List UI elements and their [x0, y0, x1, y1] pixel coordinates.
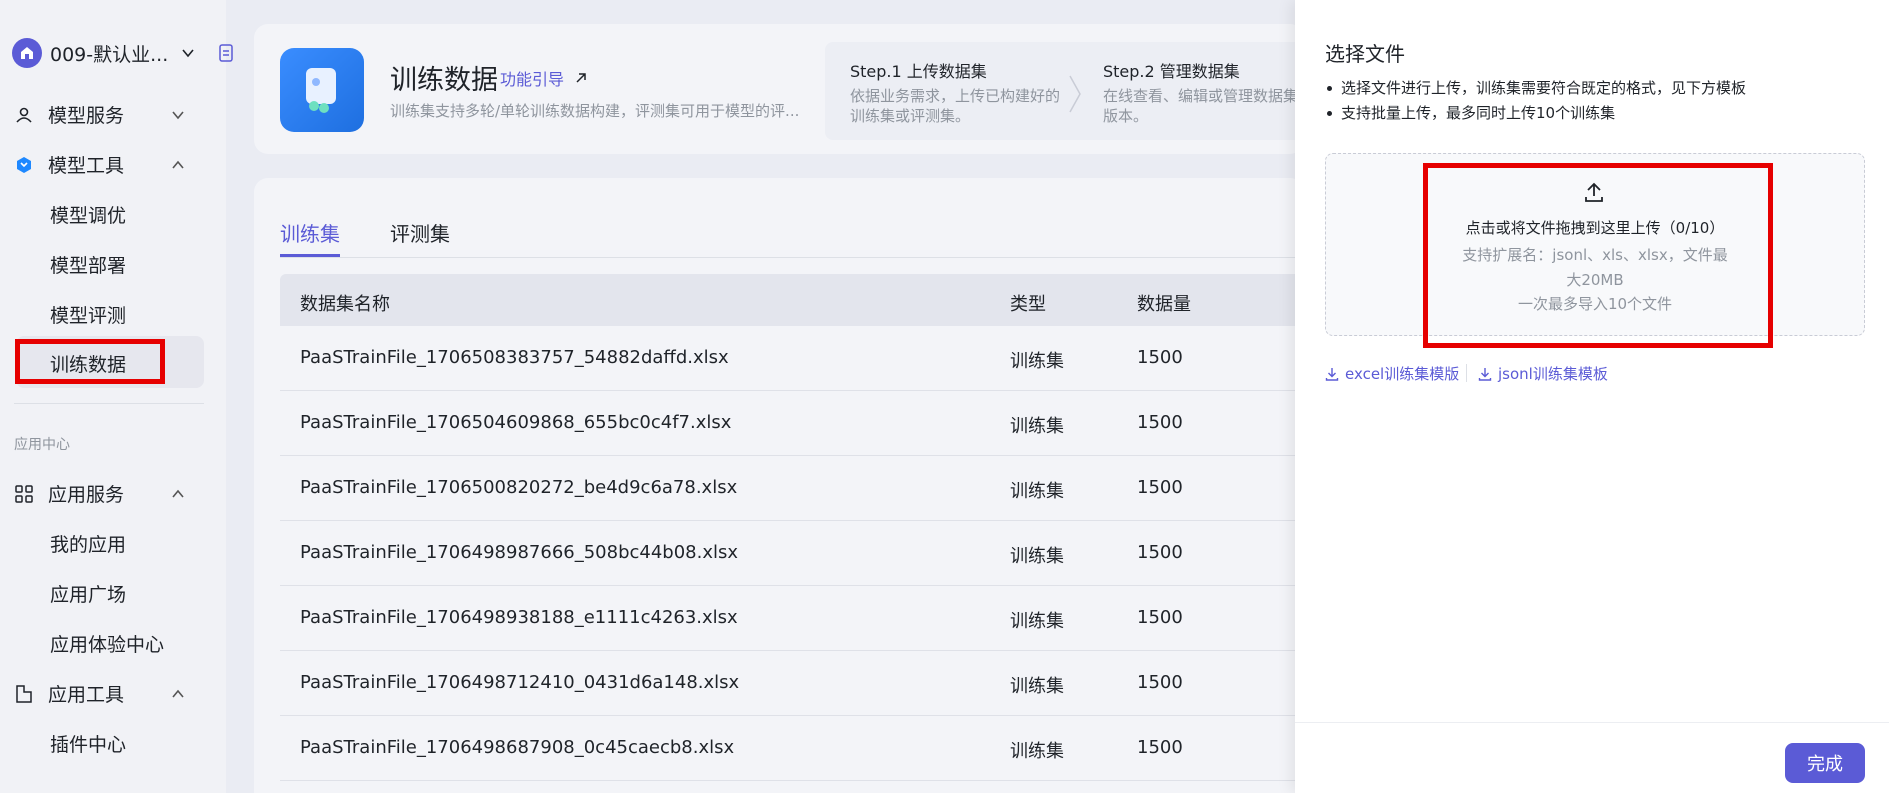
nav-group-app-tools[interactable]: 应用工具: [14, 680, 214, 707]
step1-description: 依据业务需求，上传已构建好的训练集或评测集。: [850, 87, 1061, 125]
nav-group-model-service[interactable]: 模型服务: [14, 101, 214, 128]
sidebar-item-model-deploy[interactable]: 模型部署: [50, 251, 126, 278]
model-service-icon: [14, 105, 34, 125]
step2-description: 在线查看、编辑或管理数据集版本。: [1103, 87, 1299, 125]
jsonl-template-link[interactable]: jsonl训练集模板: [1478, 363, 1608, 384]
cell-type: 训练集: [1010, 676, 1064, 697]
cell-dataset-name: PaaSTrainFile_1706498712410_0431d6a148.x…: [300, 672, 740, 693]
nav-group-label: 模型服务: [48, 105, 125, 127]
nav-group-label: 模型工具: [48, 155, 125, 177]
sidebar-divider: [14, 403, 204, 404]
cell-dataset-name: PaaSTrainFile_1706504609868_655bc0c4f7.x…: [300, 412, 732, 433]
chevron-up-icon: [172, 489, 184, 498]
cell-dataset-name: PaaSTrainFile_1706508383757_54882daffd.x…: [300, 347, 729, 368]
cell-dataset-name: PaaSTrainFile_1706500820272_be4d9c6a78.x…: [300, 477, 738, 498]
drawer-title: 选择文件: [1325, 42, 1405, 66]
chevron-up-icon: [172, 160, 184, 169]
feature-guide-link[interactable]: 功能引导: [500, 66, 588, 90]
document-icon[interactable]: [218, 44, 234, 62]
sidebar-item-my-apps[interactable]: 我的应用: [50, 530, 126, 557]
page-description: 训练集支持多轮/单轮训练数据构建，评测集可用于模型的评...: [390, 102, 800, 120]
sidebar-item-app-square[interactable]: 应用广场: [50, 580, 126, 607]
cell-type: 训练集: [1010, 416, 1064, 437]
column-header-count: 数据量: [1137, 294, 1191, 315]
workspace-name: 009-默认业...: [50, 43, 169, 66]
excel-template-label: excel训练集模版: [1345, 365, 1460, 383]
excel-template-link[interactable]: excel训练集模版: [1325, 363, 1459, 384]
highlight-box-training-data: [15, 339, 165, 384]
chevron-down-icon[interactable]: [180, 45, 196, 61]
step2-title: Step.2 管理数据集: [1103, 62, 1240, 81]
cell-dataset-name: PaaSTrainFile_1706498987666_508bc44b08.x…: [300, 542, 739, 563]
page-title: 训练数据: [390, 65, 498, 96]
arrow-up-right-icon: [576, 73, 586, 83]
column-header-type: 类型: [1010, 294, 1046, 315]
column-header-name: 数据集名称: [300, 294, 390, 315]
drawer-footer-divider: [1295, 722, 1889, 723]
grid-icon: [14, 484, 34, 504]
highlight-box-dropzone: [1423, 163, 1773, 348]
nav-group-app-services[interactable]: 应用服务: [14, 480, 214, 507]
cell-type: 训练集: [1010, 351, 1064, 372]
cell-type: 训练集: [1010, 741, 1064, 762]
done-button[interactable]: 完成: [1785, 743, 1865, 783]
sidebar-item-model-eval[interactable]: 模型评测: [50, 301, 126, 328]
sidebar-item-model-tuning[interactable]: 模型调优: [50, 201, 126, 228]
step1-title: Step.1 上传数据集: [850, 62, 987, 81]
model-tools-icon: [14, 155, 34, 175]
cell-dataset-name: PaaSTrainFile_1706498938188_e1111c4263.x…: [300, 607, 738, 628]
section-label-app-center: 应用中心: [14, 437, 70, 453]
cell-count: 1500: [1137, 607, 1183, 628]
app-tools-icon: [14, 684, 34, 704]
sidebar-item-app-experience[interactable]: 应用体验中心: [50, 630, 164, 657]
chevron-up-icon: [172, 689, 184, 698]
sidebar-item-plugin-center[interactable]: 插件中心: [50, 730, 126, 757]
download-icon: [1325, 367, 1339, 381]
download-icon: [1478, 367, 1492, 381]
cell-type: 训练集: [1010, 611, 1064, 632]
chevron-down-icon: [172, 110, 184, 119]
cell-count: 1500: [1137, 347, 1183, 368]
instruction-item: 支持批量上传，最多同时上传10个训练集: [1325, 101, 1746, 126]
nav-group-model-tools[interactable]: 模型工具: [14, 151, 214, 178]
active-tab-indicator: [280, 254, 340, 257]
cell-dataset-name: PaaSTrainFile_1706498687908_0c45caecb8.x…: [300, 737, 735, 758]
cell-count: 1500: [1137, 542, 1183, 563]
workspace-switcher[interactable]: 009-默认业...: [12, 38, 234, 68]
workspace-icon: [12, 38, 42, 68]
cell-count: 1500: [1137, 477, 1183, 498]
guide-link-label: 功能引导: [500, 70, 565, 89]
cell-count: 1500: [1137, 737, 1183, 758]
tabs-divider: [280, 257, 1304, 258]
instruction-item: 选择文件进行上传，训练集需要符合既定的格式，见下方模板: [1325, 76, 1746, 101]
cell-type: 训练集: [1010, 481, 1064, 502]
training-data-logo: [280, 48, 364, 132]
cell-type: 训练集: [1010, 546, 1064, 567]
nav-group-label: 应用工具: [48, 684, 125, 706]
cell-count: 1500: [1137, 412, 1183, 433]
instruction-list: 选择文件进行上传，训练集需要符合既定的格式，见下方模板 支持批量上传，最多同时上…: [1325, 76, 1746, 126]
tab-eval-set[interactable]: 评测集: [390, 218, 450, 247]
tab-training-set[interactable]: 训练集: [280, 218, 340, 247]
nav-group-label: 应用服务: [48, 484, 125, 506]
link-separator: [1466, 364, 1467, 382]
jsonl-template-label: jsonl训练集模板: [1498, 365, 1608, 383]
cell-count: 1500: [1137, 672, 1183, 693]
chevron-right-icon: [1069, 75, 1081, 113]
